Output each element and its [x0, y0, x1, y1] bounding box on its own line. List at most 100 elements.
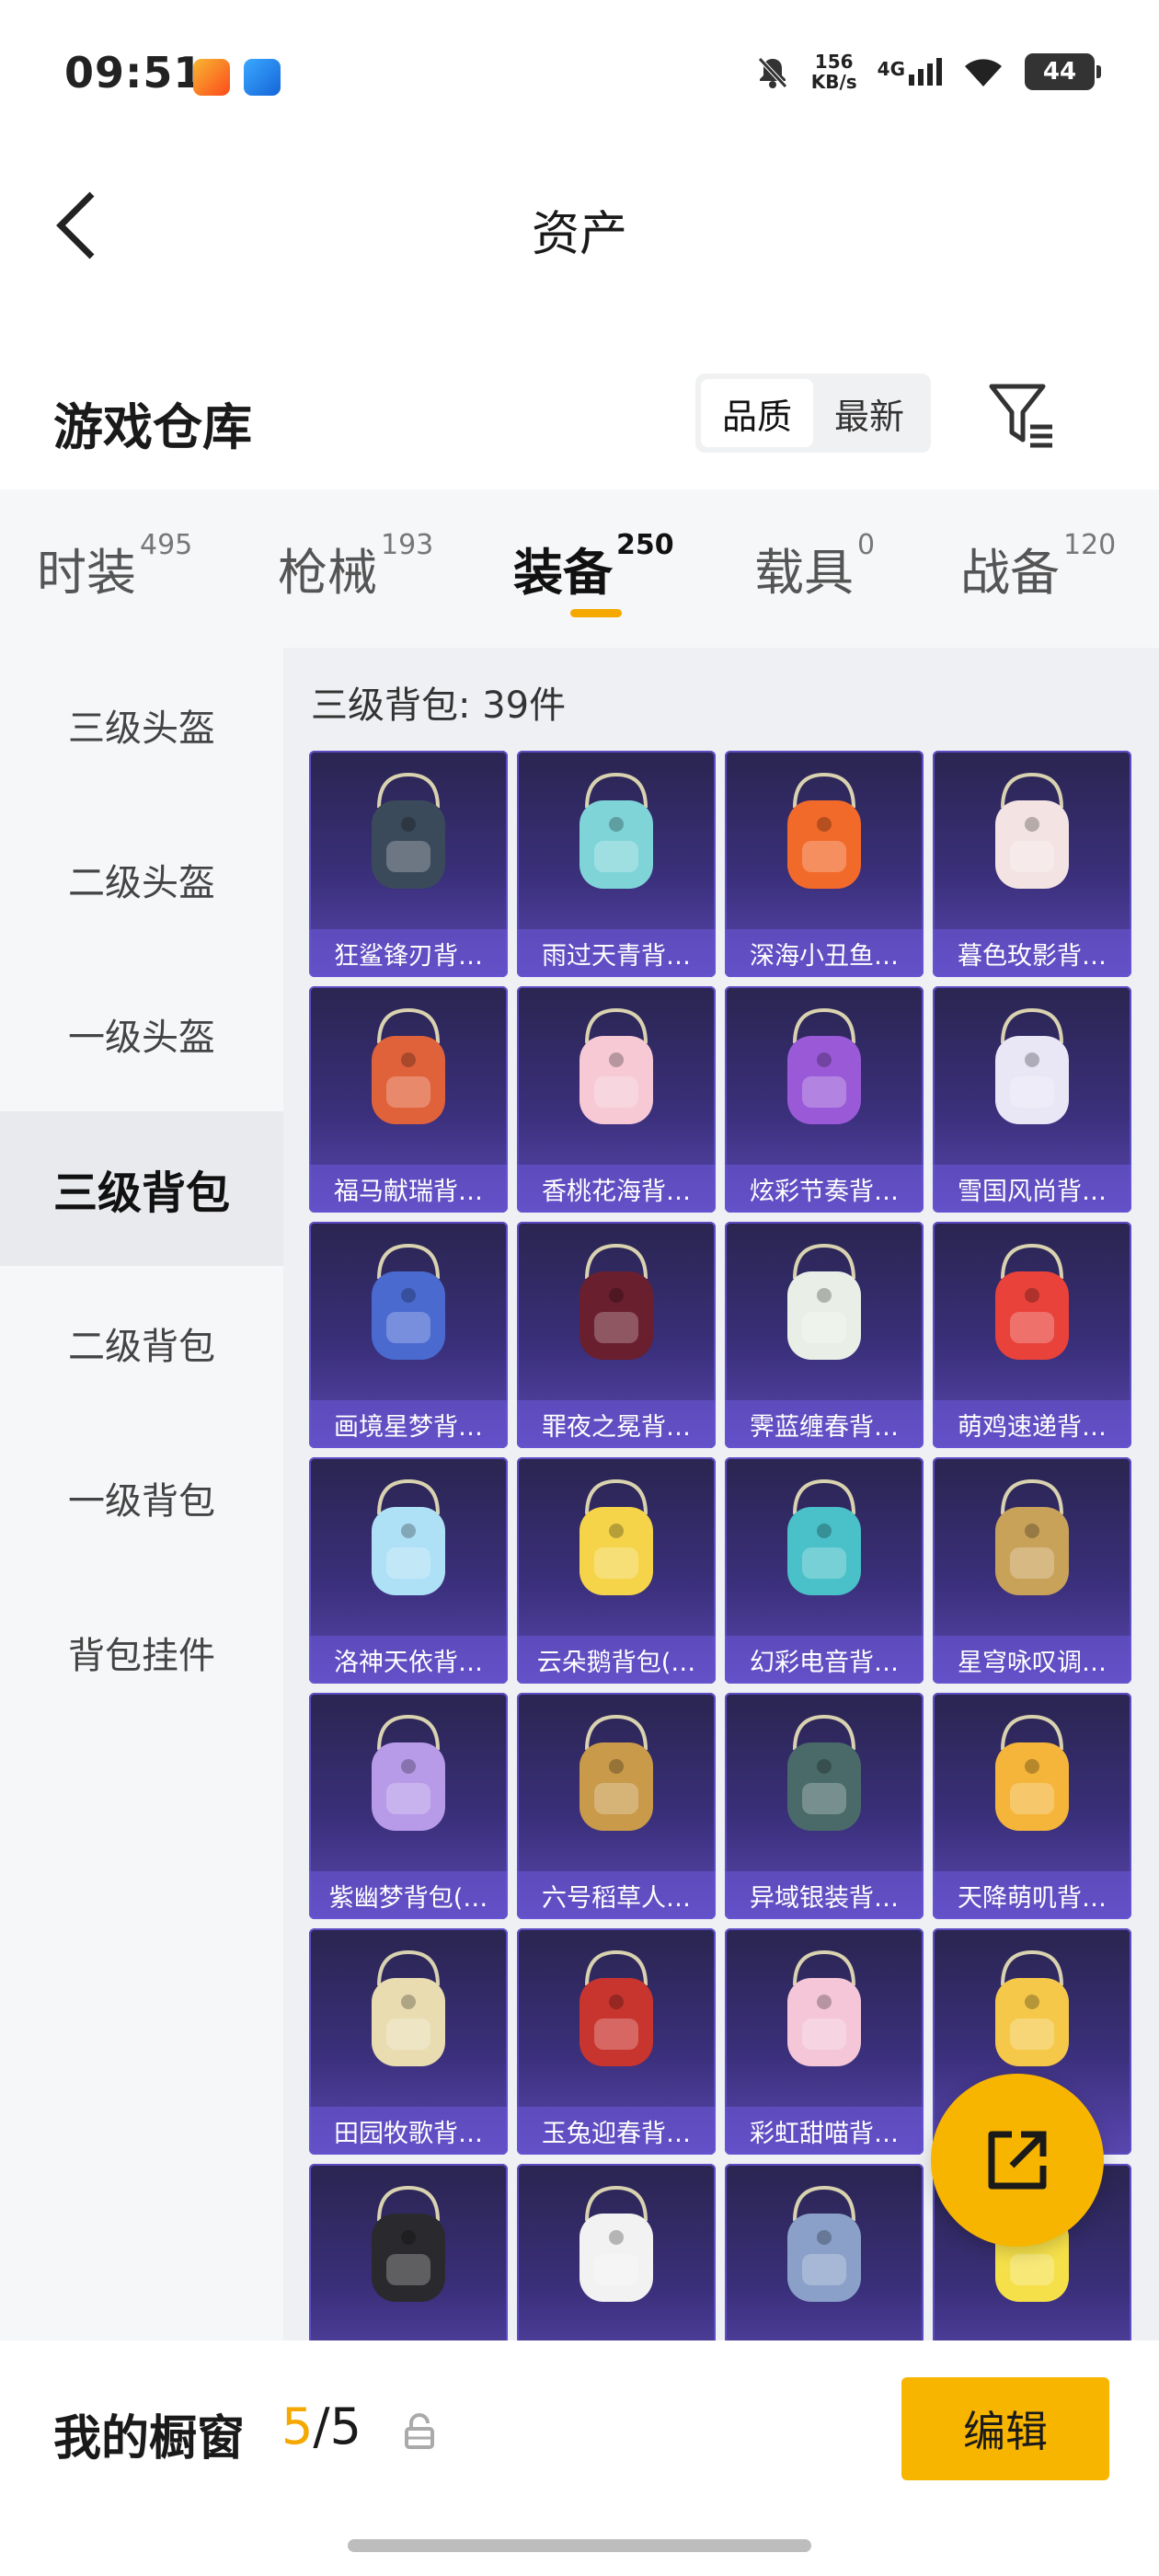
item-name: 狂鲨锋刃背… [309, 929, 508, 977]
filter-button[interactable] [986, 379, 1060, 453]
net-speed-value: 156 [814, 51, 854, 73]
net-speed: 156 KB/s [811, 52, 857, 92]
sidebar-item-backpack-lv3[interactable]: 三级背包 [0, 1111, 283, 1266]
item-name: 雨过天青背… [517, 929, 716, 977]
item-name: 紫幽梦背包(… [309, 1871, 508, 1919]
item-name: 洛神天依背… [309, 1636, 508, 1684]
item-card[interactable]: 雪国风尚背… [933, 986, 1131, 1213]
sidebar-item-backpack-lv1[interactable]: 一级背包 [0, 1420, 283, 1575]
item-name: 星穹咏叹调… [933, 1636, 1131, 1684]
page-title: 资产 [531, 207, 627, 262]
item-name: 玉兔迎春背… [517, 2107, 716, 2155]
item-card[interactable]: 雨过天青背… [517, 751, 716, 977]
item-card[interactable]: 六号稻草人… [517, 1693, 716, 1919]
item-name: 画境星梦背… [309, 1400, 508, 1448]
item-card[interactable]: 彩虹甜喵背… [725, 1928, 924, 2155]
sort-toggle: 品质 最新 [695, 374, 931, 453]
item-name: 彩虹甜喵背… [725, 2107, 924, 2155]
share-fab[interactable] [931, 2074, 1104, 2247]
backpack-icon [580, 1007, 653, 1124]
backpack-icon [787, 1007, 861, 1124]
tab-label: 时装 [37, 544, 136, 602]
item-card[interactable]: 罪夜之冕背… [517, 1222, 716, 1448]
backpack-icon [372, 1007, 445, 1124]
showcase-separator: / [313, 2398, 330, 2455]
item-card[interactable]: 玉兔迎春背… [517, 1928, 716, 2155]
item-card[interactable]: 霁蓝缠春背… [725, 1222, 924, 1448]
item-card[interactable]: 洛神天依背… [309, 1457, 508, 1684]
item-name: 幻彩电音背… [725, 1636, 924, 1684]
backpack-icon [580, 1949, 653, 2066]
item-card[interactable]: 幻彩电音背… [725, 1457, 924, 1684]
backpack-icon [995, 1714, 1069, 1831]
signal-icon: 4G [878, 58, 942, 86]
item-card[interactable]: 炫彩节奏背… [725, 986, 924, 1213]
tab-label: 载具 [754, 544, 854, 602]
active-tab-indicator [570, 609, 622, 617]
item-card[interactable] [309, 2164, 508, 2340]
item-name: 暮色玫影背… [933, 929, 1131, 977]
backpack-icon [580, 772, 653, 889]
backpack-icon [372, 2185, 445, 2302]
item-card[interactable]: 星穹咏叹调… [933, 1457, 1131, 1684]
backpack-icon [787, 2185, 861, 2302]
item-card[interactable]: 暮色玫影背… [933, 751, 1131, 977]
showcase-total: 5 [329, 2398, 361, 2455]
share-icon [988, 2131, 1047, 2190]
item-card[interactable]: 紫幽梦背包(… [309, 1693, 508, 1919]
battery-indicator: 44 [1025, 53, 1101, 90]
lock-icon [405, 2413, 434, 2449]
item-card[interactable]: 香桃花海背… [517, 986, 716, 1213]
item-card[interactable]: 异域银装背… [725, 1693, 924, 1919]
item-card[interactable]: 福马献瑞背… [309, 986, 508, 1213]
backpack-icon [995, 1007, 1069, 1124]
signal-label: 4G [877, 58, 905, 80]
tab-count: 120 [1063, 529, 1117, 561]
item-name: 霁蓝缠春背… [725, 1400, 924, 1448]
item-card[interactable] [725, 2164, 924, 2340]
backpack-icon [372, 1949, 445, 2066]
item-card[interactable]: 云朵鹅背包(… [517, 1457, 716, 1684]
tab-fashion[interactable]: 时装 495 [37, 529, 193, 604]
tab-vehicles[interactable]: 载具 0 [754, 529, 875, 604]
item-card[interactable]: 田园牧歌背… [309, 1928, 508, 2155]
sort-latest-button[interactable]: 最新 [813, 379, 925, 447]
backpack-icon [580, 1714, 653, 1831]
showcase-current: 5 [281, 2398, 314, 2455]
warehouse-title: 游戏仓库 [53, 398, 252, 456]
tab-firearms[interactable]: 枪械 193 [278, 529, 434, 604]
home-indicator[interactable] [348, 2539, 811, 2552]
tab-count: 193 [381, 529, 434, 561]
item-count-label: 三级背包: 39件 [311, 684, 567, 727]
sidebar-item-helmet-lv3[interactable]: 三级头盔 [0, 648, 283, 802]
tab-count: 495 [140, 529, 193, 561]
backpack-icon [995, 1478, 1069, 1595]
sort-quality-button[interactable]: 品质 [701, 379, 813, 447]
item-card[interactable]: 狂鲨锋刃背… [309, 751, 508, 977]
mute-bell-icon [757, 57, 787, 88]
app-notification-icon [193, 59, 230, 96]
item-name: 田园牧歌背… [309, 2107, 508, 2155]
sidebar-item-helmet-lv1[interactable]: 一级头盔 [0, 957, 283, 1111]
tab-equipment[interactable]: 装备 250 [513, 529, 674, 604]
backpack-icon [372, 1714, 445, 1831]
backpack-icon [995, 1243, 1069, 1360]
filter-icon [989, 384, 1052, 448]
item-card[interactable]: 天降萌叽背… [933, 1693, 1131, 1919]
sidebar-item-helmet-lv2[interactable]: 二级头盔 [0, 802, 283, 957]
app-notification-icon-2 [244, 59, 281, 96]
tab-label: 装备 [513, 544, 613, 602]
net-speed-unit: KB/s [810, 71, 857, 93]
backpack-icon [787, 1714, 861, 1831]
item-card[interactable]: 萌鸡速递背… [933, 1222, 1131, 1448]
backpack-icon [372, 1478, 445, 1595]
edit-button[interactable]: 编辑 [901, 2377, 1109, 2480]
tab-battle-gear[interactable]: 战备 120 [960, 529, 1117, 604]
item-name: 天降萌叽背… [933, 1871, 1131, 1919]
item-card[interactable]: 画境星梦背… [309, 1222, 508, 1448]
sidebar-item-backpack-lv2[interactable]: 二级背包 [0, 1266, 283, 1420]
item-card[interactable]: 深海小丑鱼… [725, 751, 924, 977]
item-name: 罪夜之冕背… [517, 1400, 716, 1448]
item-card[interactable] [517, 2164, 716, 2340]
sidebar-item-backpack-charm[interactable]: 背包挂件 [0, 1575, 283, 1730]
